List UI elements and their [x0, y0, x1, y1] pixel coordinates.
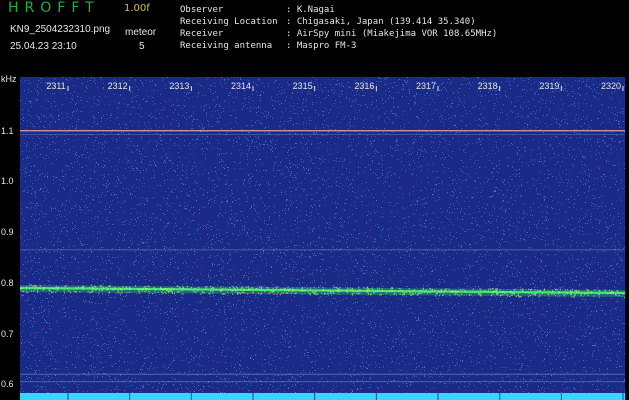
time-tick-label: 2311: [46, 81, 65, 91]
time-tick-label: 2319: [539, 81, 559, 91]
info-label-antenna: Receiving antenna: [180, 41, 273, 51]
file-name: KN9_2504232310.png: [10, 24, 111, 35]
y-tick-label: 0.7: [1, 328, 14, 339]
y-tick-label: 1.0: [1, 176, 14, 187]
info-value-observer: : K.Nagai: [286, 5, 335, 15]
bottom-band-fill: [20, 393, 625, 400]
info-label-location: Receiving Location: [180, 17, 278, 27]
time-tick-label: 2312: [108, 81, 128, 91]
time-tick-label: 2314: [231, 81, 251, 91]
spectrogram-plot: 2311 2312 2313 2314 2315 2316 2317 2318 2319 2320: [20, 77, 625, 400]
y-tick-label: 1.1: [1, 125, 14, 136]
time-tick-label: 2316: [354, 81, 374, 91]
app-name: HROFFT: [8, 0, 100, 16]
info-value-location: : Chigasaki, Japan (139.414 35.340): [286, 17, 476, 27]
frequency-axis: kHz 1.1 1.0 0.9 0.8 0.7 0.6: [0, 72, 20, 400]
time-tick-label: 2313: [169, 81, 189, 91]
time-tick-label: 2315: [293, 81, 313, 91]
recording-datetime: 25.04.23 23:10: [10, 41, 77, 52]
bottom-band: [20, 393, 625, 400]
time-tick-label: 2317: [416, 81, 436, 91]
info-value-receiver: : AirSpy mini (Miakejima VOR 108.65MHz): [286, 29, 498, 39]
info-value-antenna: : Maspro FM-3: [286, 41, 357, 51]
y-tick-label: 0.6: [1, 379, 14, 390]
info-label-observer: Observer: [180, 5, 224, 15]
header-panel: HROFFT 1.00f KN9_2504232310.png 25.04.23…: [0, 0, 629, 72]
meteor-count: 5: [139, 41, 145, 52]
y-tick-label: 0.9: [1, 227, 14, 238]
spectrogram-background: [20, 77, 625, 400]
meteor-label: meteor: [125, 27, 157, 38]
time-tick-label: 2320: [601, 81, 621, 91]
time-tick-label: 2318: [478, 81, 498, 91]
y-axis-unit: kHz: [1, 74, 17, 84]
info-label-receiver: Receiver: [180, 29, 224, 39]
app-version: 1.00f: [124, 3, 150, 14]
y-tick-label: 0.8: [1, 277, 14, 288]
